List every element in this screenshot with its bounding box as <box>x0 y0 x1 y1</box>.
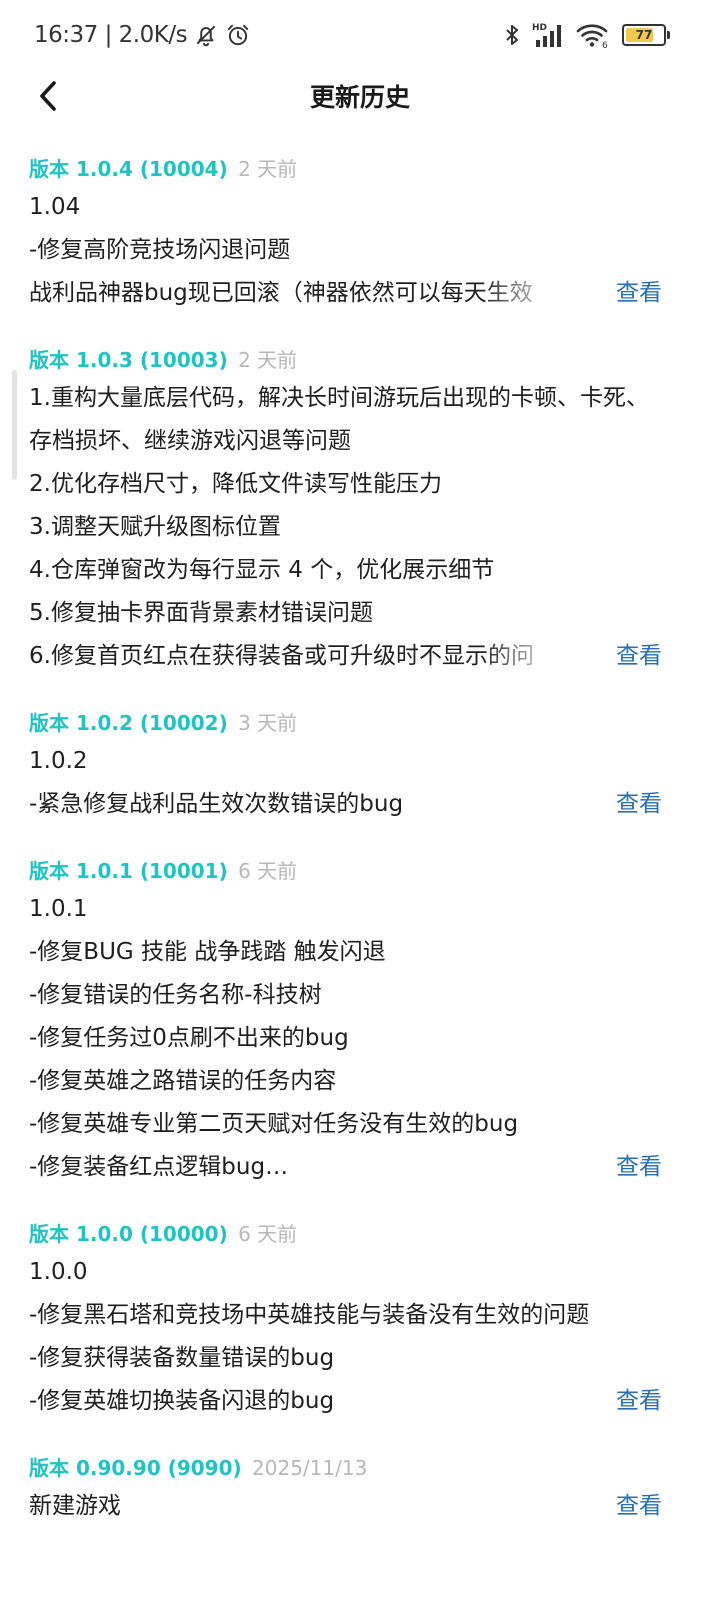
alarm-icon <box>227 24 249 46</box>
version-note-line: -修复错误的任务名称-科技树 <box>29 982 322 1008</box>
view-button[interactable]: 查看 <box>616 1485 662 1528</box>
version-note-line: 2.优化存档尺寸，降低文件读写性能压力 <box>29 471 442 497</box>
version-time: 6 天前 <box>238 859 298 883</box>
version-time: 2 天前 <box>238 348 298 372</box>
version-label: 版本 1.0.0 (10000) <box>29 1222 228 1246</box>
battery-level-text: 77 <box>635 28 653 42</box>
version-entry-5: 版本 0.90.90 (9090) 2025/11/13 新建游戏 查看 <box>0 1451 720 1528</box>
signal-icon: HD <box>532 23 561 47</box>
version-time: 2 天前 <box>238 157 298 181</box>
version-note-line: 3.调整天赋升级图标位置 <box>29 514 281 540</box>
version-note-line: -修复英雄之路错误的任务内容 <box>29 1068 337 1094</box>
version-label: 版本 1.0.3 (10003) <box>29 348 228 372</box>
view-button[interactable]: 查看 <box>616 1146 662 1189</box>
version-entry-0: 版本 1.0.4 (10004) 2 天前 1.04 -修复高阶竞技场闪退问题 战… <box>0 152 720 315</box>
version-note-line: 1.0.0 <box>29 1259 88 1285</box>
version-note-line: 1.0.1 <box>29 896 88 922</box>
version-entry-3: 版本 1.0.1 (10001) 6 天前 1.0.1 -修复BUG 技能 战争践… <box>0 854 720 1189</box>
version-note-line: -修复黑石塔和竞技场中英雄技能与装备没有生效的问题 <box>29 1302 590 1328</box>
version-label: 版本 1.0.1 (10001) <box>29 859 228 883</box>
version-note-truncated: -修复装备红点逻辑bug… <box>29 1154 289 1180</box>
version-history-list: 版本 1.0.4 (10004) 2 天前 1.04 -修复高阶竞技场闪退问题 战… <box>0 152 720 1556</box>
version-notes: 1.重构大量底层代码，解决长时间游玩后出现的卡顿、卡死、存档损坏、继续游戏闪退等… <box>29 377 662 635</box>
version-last-row: 新建游戏 查看 <box>29 1485 662 1528</box>
version-note-line: -修复高阶竞技场闪退问题 <box>29 237 291 263</box>
battery-icon: 77 <box>622 24 670 46</box>
version-note-line: 1.0.2 <box>29 748 88 774</box>
version-note-line: 1.重构大量底层代码，解决长时间游玩后出现的卡顿、卡死、存档损坏、继续游戏闪退等… <box>29 385 649 454</box>
bluetooth-icon <box>506 25 518 45</box>
version-header: 版本 0.90.90 (9090) 2025/11/13 <box>29 1451 662 1485</box>
version-header: 版本 1.0.1 (10001) 6 天前 <box>29 854 662 888</box>
version-entry-1: 版本 1.0.3 (10003) 2 天前 1.重构大量底层代码，解决长时间游玩… <box>0 343 720 678</box>
bell-muted-icon <box>196 25 216 47</box>
status-bar: 16:37 | 2.0K/s HD 6 77 <box>0 0 720 70</box>
version-entry-4: 版本 1.0.0 (10000) 6 天前 1.0.0 -修复黑石塔和竞技场中英雄… <box>0 1217 720 1423</box>
version-entry-2: 版本 1.0.2 (10002) 3 天前 1.0.2 -紧急修复战利品生效次数… <box>0 706 720 826</box>
signal-hd-badge: HD <box>532 23 547 33</box>
version-note-line: -修复任务过0点刷不出来的bug <box>29 1025 349 1051</box>
version-note-line: 5.修复抽卡界面背景素材错误问题 <box>29 600 373 626</box>
version-label: 版本 1.0.2 (10002) <box>29 711 228 735</box>
version-last-row: -修复装备红点逻辑bug… 查看 <box>29 1146 662 1189</box>
version-notes: 1.0.0 -修复黑石塔和竞技场中英雄技能与装备没有生效的问题 -修复获得装备数量错… <box>29 1251 662 1380</box>
wifi-badge: 6 <box>602 41 608 49</box>
version-notes: 1.04 -修复高阶竞技场闪退问题 <box>29 186 662 272</box>
version-note-line: -修复英雄专业第二页天赋对任务没有生效的bug <box>29 1111 519 1137</box>
version-last-row: 6.修复首页红点在获得装备或可升级时不显示的问 查看 <box>29 635 662 678</box>
version-time: 3 天前 <box>238 711 298 735</box>
version-notes: 1.0.1 -修复BUG 技能 战争践踏 触发闪退 -修复错误的任务名称-科技树 -修… <box>29 888 662 1146</box>
version-header: 版本 1.0.2 (10002) 3 天前 <box>29 706 662 740</box>
page-title: 更新历史 <box>309 83 410 112</box>
version-note-truncated: 6.修复首页红点在获得装备或可升级时不显示的问 <box>29 643 534 669</box>
view-button[interactable]: 查看 <box>616 1380 662 1423</box>
version-last-row: -紧急修复战利品生效次数错误的bug 查看 <box>29 783 662 826</box>
version-note-line: -修复BUG 技能 战争践踏 触发闪退 <box>29 939 386 965</box>
version-header: 版本 1.0.3 (10003) 2 天前 <box>29 343 662 377</box>
version-note-line: -修复获得装备数量错误的bug <box>29 1345 335 1371</box>
wifi-icon: 6 <box>576 24 608 49</box>
version-note-line: 4.仓库弹窗改为每行显示 4 个，优化展示细节 <box>29 557 495 583</box>
view-button[interactable]: 查看 <box>616 635 662 678</box>
status-time-speed: 16:37 | 2.0K/s <box>34 22 188 48</box>
version-note-line: 1.04 <box>29 194 81 220</box>
version-label: 版本 0.90.90 (9090) <box>29 1456 242 1480</box>
app-header: 更新历史 <box>0 70 720 122</box>
version-last-row: -修复英雄切换装备闪退的bug 查看 <box>29 1380 662 1423</box>
version-note-truncated: -紧急修复战利品生效次数错误的bug <box>29 791 404 817</box>
version-note-truncated: 新建游戏 <box>29 1493 121 1519</box>
status-right: HD 6 77 <box>500 19 670 51</box>
status-left: 16:37 | 2.0K/s <box>34 20 251 50</box>
view-button[interactable]: 查看 <box>616 783 662 826</box>
view-button[interactable]: 查看 <box>616 272 662 315</box>
version-time: 2025/11/13 <box>252 1456 368 1480</box>
version-header: 版本 1.0.4 (10004) 2 天前 <box>29 152 662 186</box>
version-note-truncated: -修复英雄切换装备闪退的bug <box>29 1388 335 1414</box>
version-notes: 1.0.2 <box>29 740 662 783</box>
version-time: 6 天前 <box>238 1222 298 1246</box>
version-note-truncated: 战利品神器bug现已回滚（神器依然可以每天生效 <box>29 280 533 306</box>
version-header: 版本 1.0.0 (10000) 6 天前 <box>29 1217 662 1251</box>
version-label: 版本 1.0.4 (10004) <box>29 157 228 181</box>
version-last-row: 战利品神器bug现已回滚（神器依然可以每天生效 查看 <box>29 272 662 315</box>
